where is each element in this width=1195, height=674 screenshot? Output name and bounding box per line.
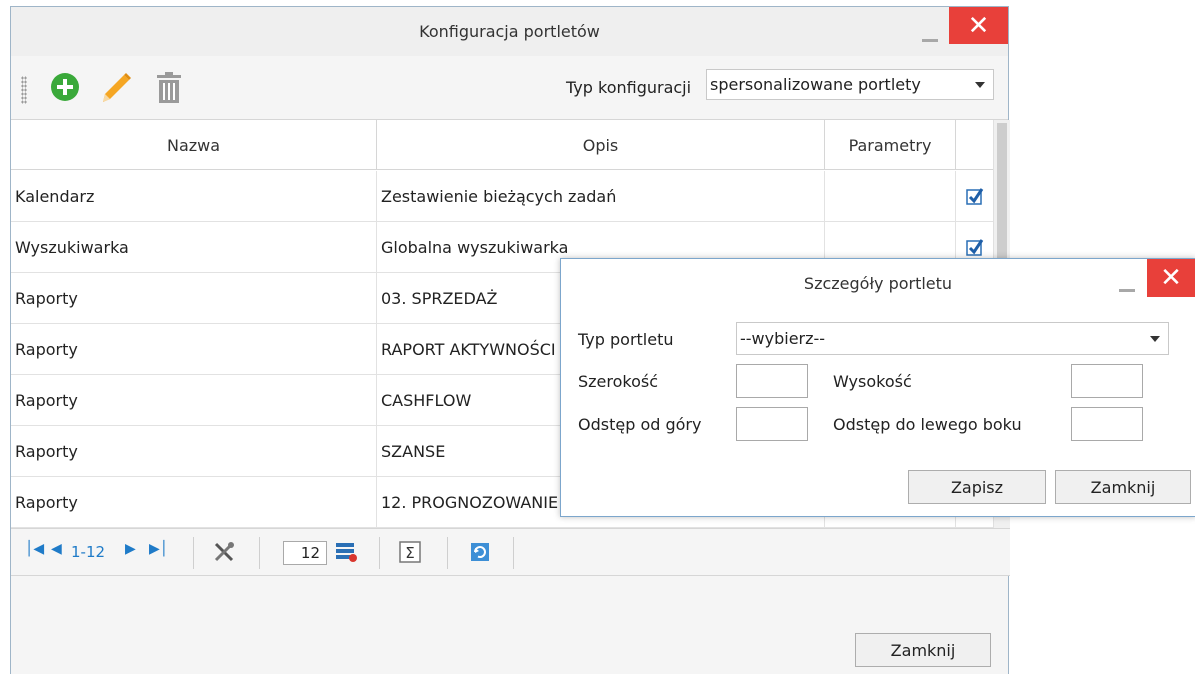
config-type-value: spersonalizowane portlety [710,75,921,94]
left-offset-label: Odstęp do lewego boku [833,415,1022,434]
grid-header: Nazwa Opis Parametry [11,120,993,170]
left-offset-input[interactable] [1071,407,1143,441]
cell-name: Wyszukiwarka [11,222,377,272]
window-footer: Zamknij [11,576,1008,674]
chevron-down-icon[interactable] [975,81,985,88]
toolbar: Typ konfiguracji spersonalizowane portle… [11,56,1008,120]
checkbox-checked-icon[interactable] [965,238,984,256]
edit-pencil-icon[interactable] [97,69,133,105]
dialog-titlebar[interactable]: Szczegóły portletu [561,259,1195,307]
height-label: Wysokość [833,372,912,391]
pager-divider [379,537,380,569]
column-header-name[interactable]: Nazwa [11,120,377,170]
refresh-icon[interactable] [467,539,493,565]
pager-divider [513,537,514,569]
cell-parameters [825,171,956,221]
cell-name: Raporty [11,426,377,476]
portlet-type-select[interactable]: --wybierz-- [736,322,1169,355]
dialog-title: Szczegóły portletu [803,273,953,293]
column-header-description[interactable]: Opis [377,120,825,170]
first-page-icon[interactable]: │◀ [25,541,44,557]
close-button[interactable]: Zamknij [855,633,991,667]
toolbar-grip-icon[interactable] [21,76,27,104]
prev-page-icon[interactable]: ◀ [51,541,62,557]
page-range: 1-12 [71,543,106,561]
cell-check[interactable] [956,171,993,221]
checkbox-checked-icon[interactable] [965,187,984,205]
next-page-icon[interactable]: ▶ [125,541,136,557]
cell-name: Raporty [11,375,377,425]
cell-name: Raporty [11,273,377,323]
save-button[interactable]: Zapisz [908,470,1046,504]
portlet-type-value: --wybierz-- [740,329,826,348]
width-input[interactable] [736,364,808,398]
tools-icon[interactable] [211,539,237,565]
add-icon[interactable] [47,69,83,105]
cell-name: Raporty [11,477,377,527]
close-dialog-button[interactable]: ✕ [1147,259,1195,297]
table-row[interactable]: Kalendarz Zestawienie bieżących zadań [11,171,993,222]
last-page-icon[interactable]: ▶│ [149,541,168,557]
pager-divider [193,537,194,569]
minimize-icon[interactable] [1119,289,1135,292]
columns-icon[interactable] [333,539,359,565]
pager: │◀ ◀ 1-12 ▶ ▶│ 12 Σ [11,528,1010,576]
sum-icon[interactable]: Σ [397,539,423,565]
column-header-parameters[interactable]: Parametry [825,120,956,170]
cell-name: Kalendarz [11,171,377,221]
pager-divider [447,537,448,569]
page-size-input[interactable]: 12 [283,541,327,565]
cell-name: Raporty [11,324,377,374]
top-offset-input[interactable] [736,407,808,441]
trash-icon[interactable] [151,69,187,105]
portlet-details-dialog: Szczegóły portletu ✕ Typ portletu --wybi… [560,258,1195,517]
window-titlebar[interactable]: Konfiguracja portletów ✕ [11,7,1008,56]
pager-divider [259,537,260,569]
chevron-down-icon[interactable] [1150,335,1160,342]
config-type-select[interactable]: spersonalizowane portlety [706,69,994,100]
height-input[interactable] [1071,364,1143,398]
close-window-button[interactable]: ✕ [949,7,1008,44]
portlet-type-label: Typ portletu [578,330,674,349]
svg-text:Σ: Σ [405,544,414,562]
cell-description: Zestawienie bieżących zadań [377,171,825,221]
top-offset-label: Odstęp od góry [578,415,702,434]
column-header-check[interactable] [956,120,993,170]
width-label: Szerokość [578,372,659,391]
window-title: Konfiguracja portletów [419,22,600,41]
dialog-close-button[interactable]: Zamknij [1055,470,1191,504]
minimize-icon[interactable] [922,39,938,42]
config-type-label: Typ konfiguracji [566,78,692,97]
